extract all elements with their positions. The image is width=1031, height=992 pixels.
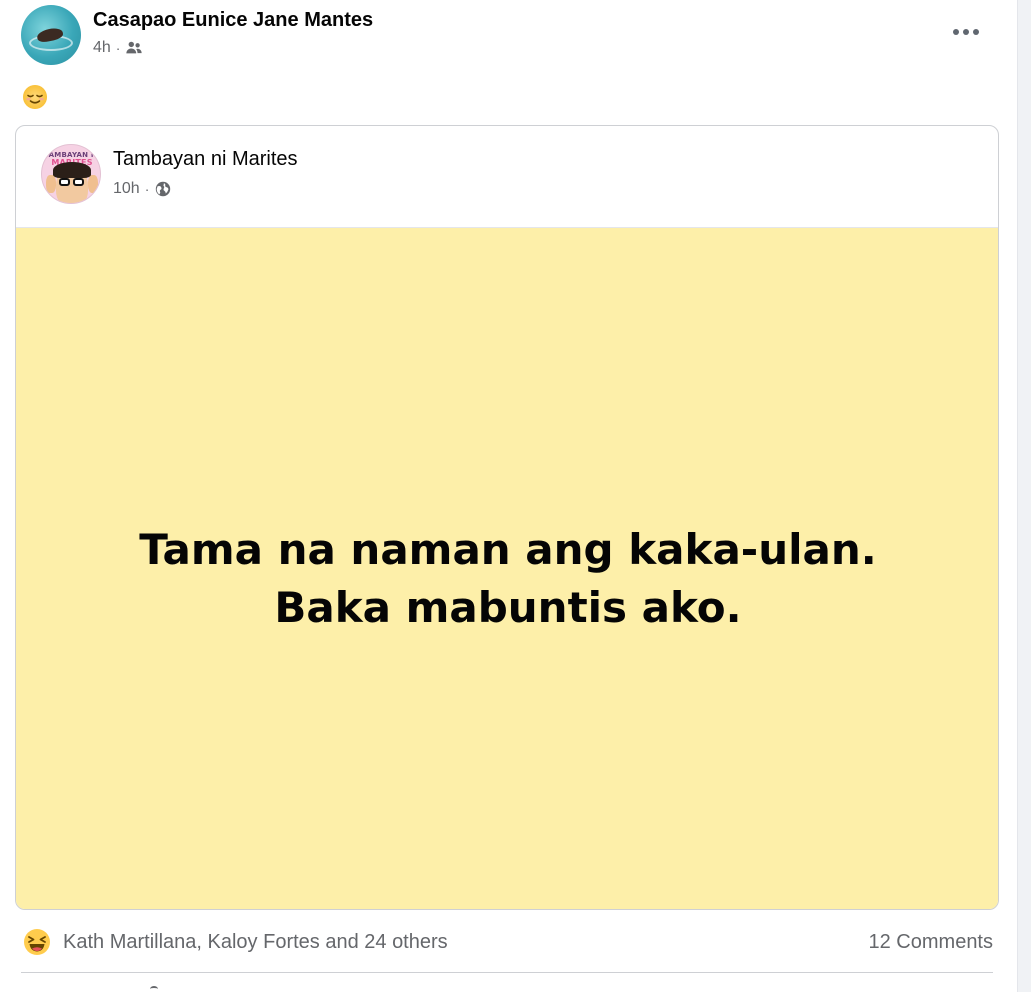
cropped-action-icon [150, 986, 158, 992]
page-avatar[interactable]: TAMBAYAN NI MARITES [41, 144, 101, 204]
reactions-row: Kath Martillana, Kaloy Fortes and 24 oth… [21, 926, 993, 958]
status-background[interactable]: Tama na naman ang kaka-ulan. Baka mabunt… [16, 228, 998, 909]
laughing-face-emoji-icon[interactable] [23, 928, 51, 956]
post-meta: 4h · [93, 38, 143, 58]
post-timestamp[interactable]: 4h [93, 38, 111, 58]
meta-separator: · [144, 181, 150, 197]
shared-post-meta: 10h · [113, 179, 172, 199]
avatar-hand-right [88, 175, 98, 193]
author-avatar[interactable] [21, 5, 81, 65]
avatar-glasses-left [59, 178, 70, 186]
friends-icon[interactable] [125, 39, 143, 57]
more-dot-icon [953, 29, 959, 35]
relieved-face-emoji-icon [23, 85, 47, 109]
shared-post-header: TAMBAYAN NI MARITES Tambayan ni Marites … [16, 126, 998, 228]
globe-icon[interactable] [154, 180, 172, 198]
post-author-name[interactable]: Casapao Eunice Jane Mantes [93, 8, 373, 32]
shared-post-timestamp[interactable]: 10h [113, 179, 140, 199]
avatar-hand-left [46, 175, 56, 193]
more-dot-icon [963, 29, 969, 35]
meta-separator: · [115, 40, 121, 56]
reaction-names[interactable]: Kath Martillana, Kaloy Fortes and 24 oth… [63, 930, 448, 954]
facebook-post: Casapao Eunice Jane Mantes 4h · TAMBAYAN… [0, 0, 1031, 992]
action-divider [21, 972, 993, 973]
shared-post-card[interactable]: TAMBAYAN NI MARITES Tambayan ni Marites … [15, 125, 999, 910]
more-dot-icon [973, 29, 979, 35]
status-line-2: Baka mabuntis ako. [274, 582, 742, 632]
more-options-button[interactable] [944, 16, 988, 48]
status-line-1: Tama na naman ang kaka-ulan. [139, 524, 877, 574]
avatar-glasses-right [73, 178, 84, 186]
avatar-hair [53, 162, 91, 178]
scrollbar-track[interactable] [1017, 0, 1031, 992]
status-text: Tama na naman ang kaka-ulan. Baka mabunt… [139, 521, 876, 637]
comments-count[interactable]: 12 Comments [869, 930, 994, 954]
shared-page-name[interactable]: Tambayan ni Marites [113, 147, 298, 171]
